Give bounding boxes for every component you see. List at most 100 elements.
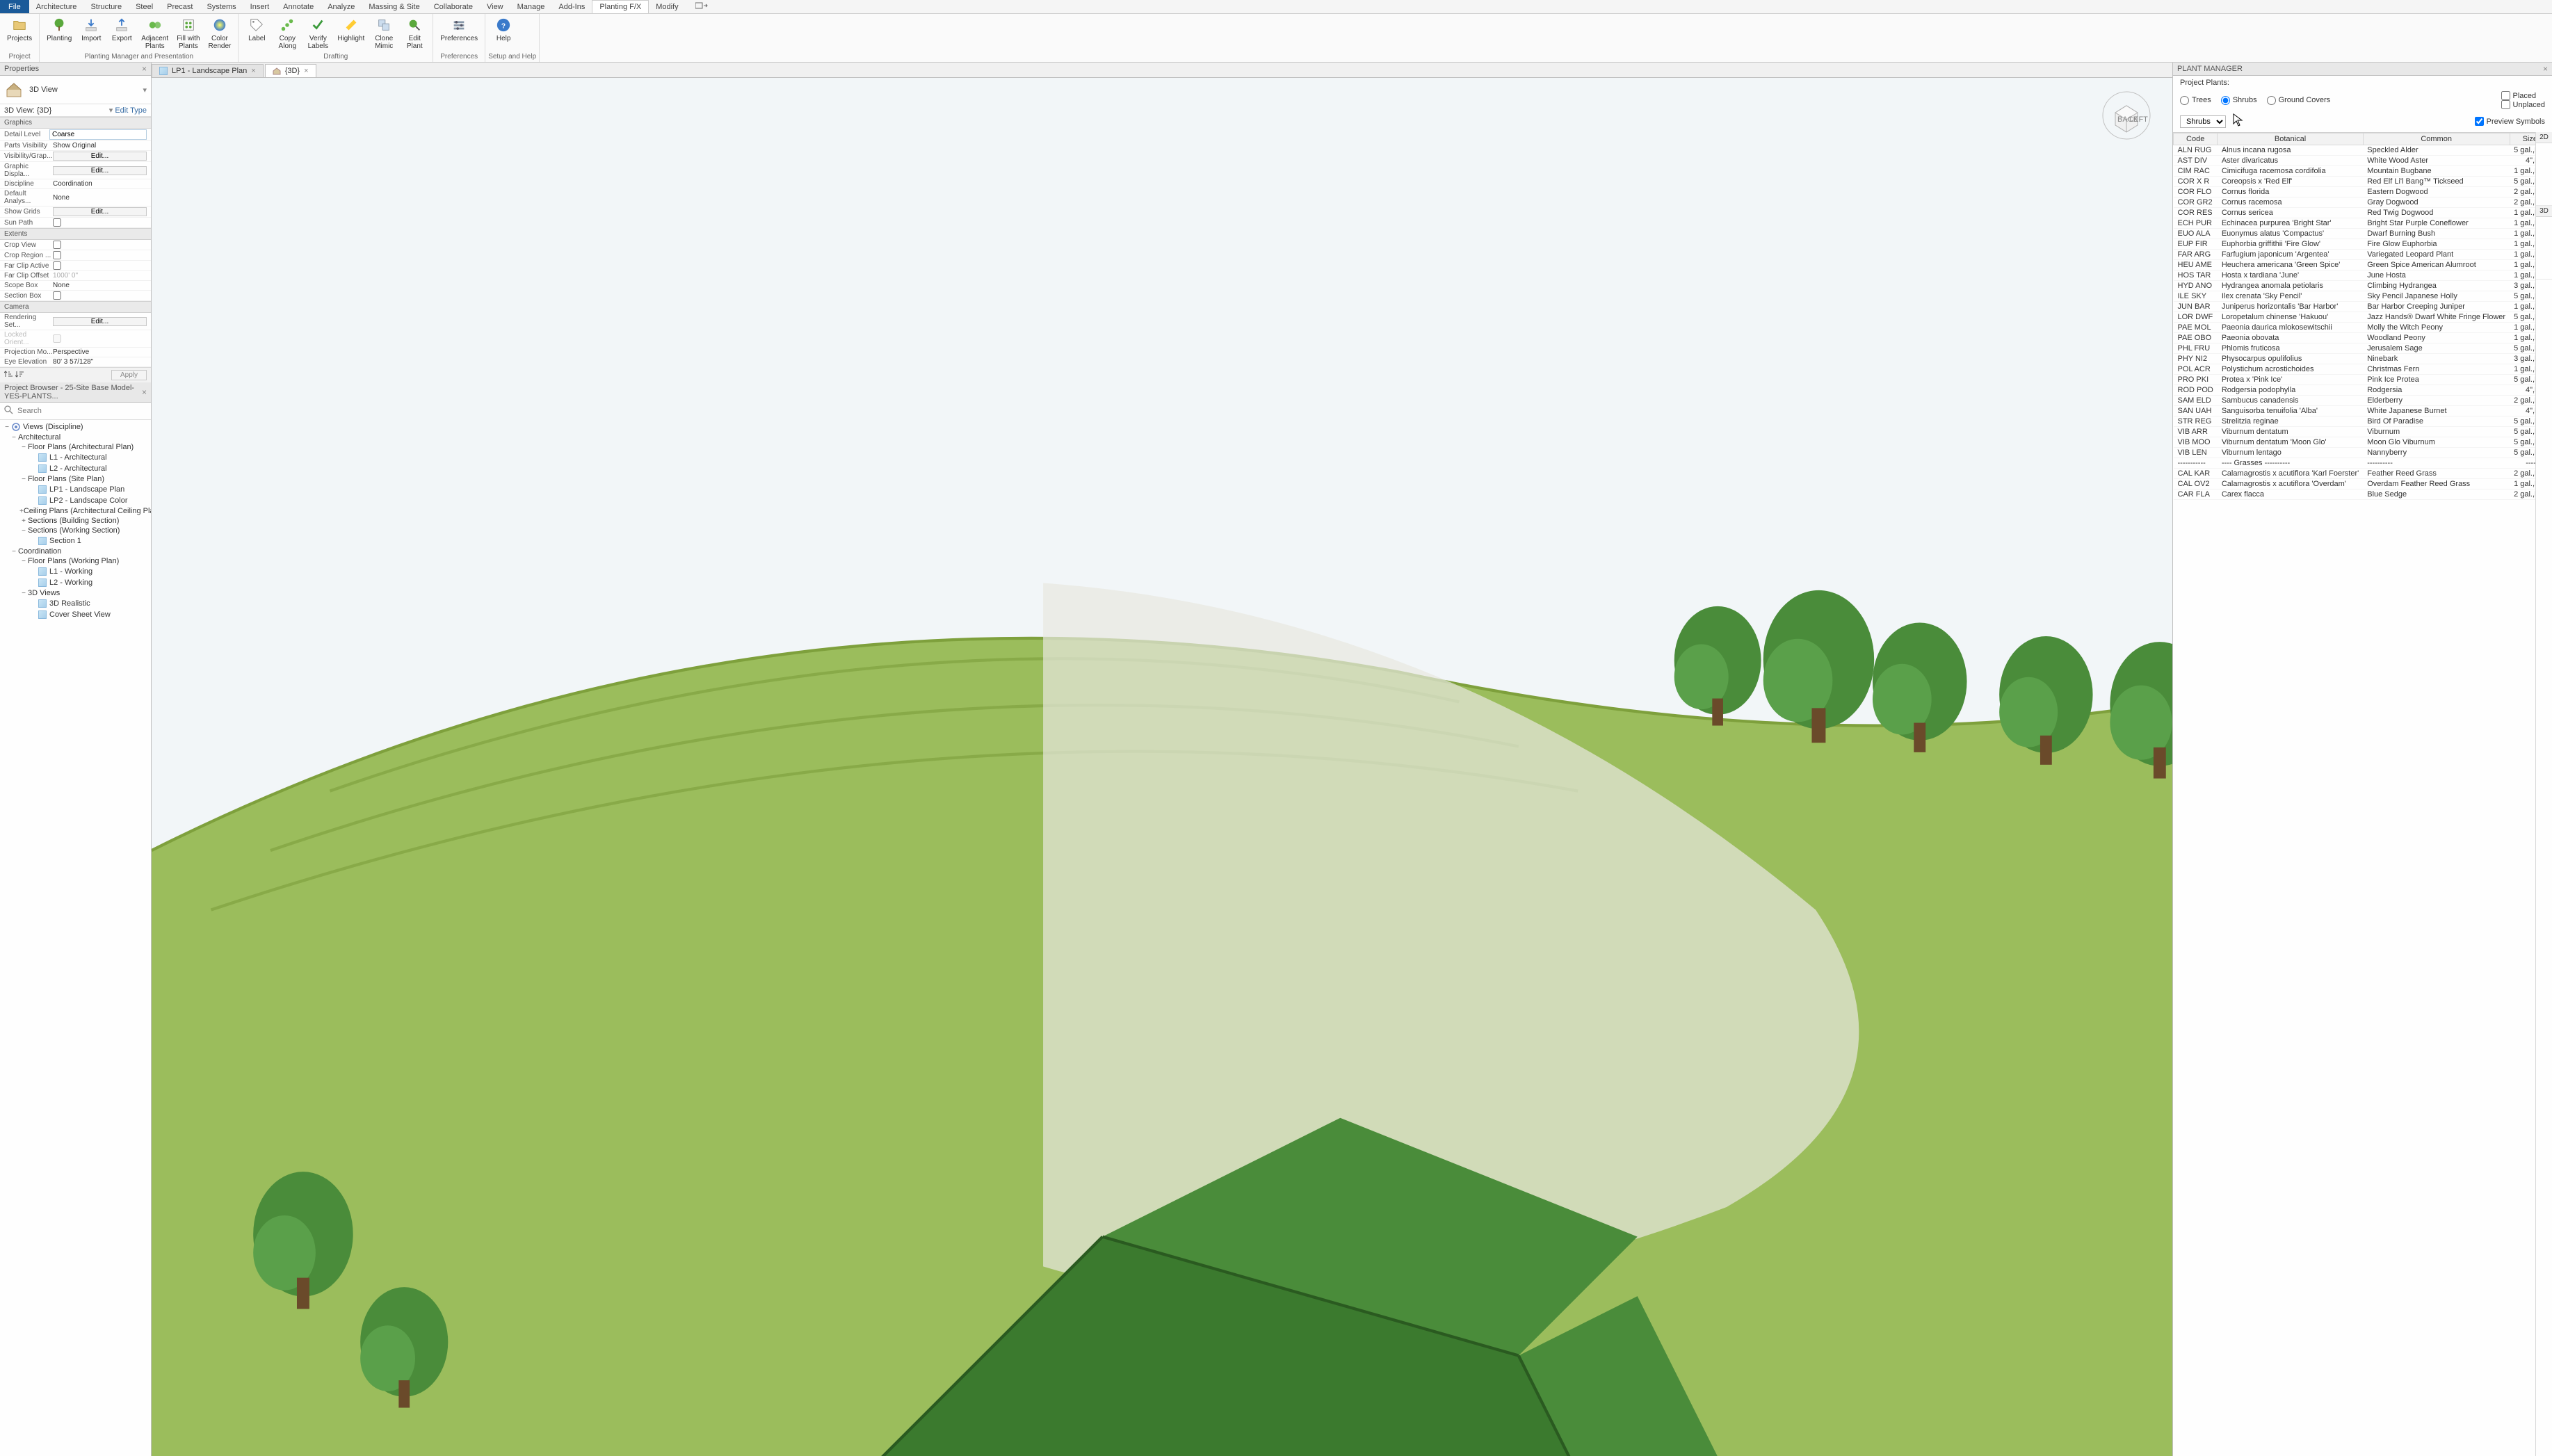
copy-along-button[interactable]: Copy Along — [272, 15, 302, 51]
viewport-3d[interactable]: BACK LEFT — [152, 78, 2172, 1456]
tree-row[interactable]: LP2 - Landscape Color — [0, 495, 151, 506]
table-row[interactable]: COR X RCoreopsis x 'Red Elf'Red Elf Li'l… — [2174, 177, 2536, 187]
menu-item-precast[interactable]: Precast — [160, 0, 200, 13]
menu-item-steel[interactable]: Steel — [129, 0, 160, 13]
tree-row[interactable]: −Coordination — [0, 547, 151, 556]
close-icon[interactable]: × — [251, 67, 255, 75]
highlight-button[interactable]: Highlight — [333, 15, 369, 44]
tree-row[interactable]: 3D Realistic — [0, 598, 151, 609]
clone-button[interactable]: Clone Mimic — [369, 15, 399, 51]
table-row[interactable]: POL ACRPolystichum acrostichoidesChristm… — [2174, 364, 2536, 375]
table-row[interactable]: CAR FLACarex flaccaBlue Sedge2 gal.,Pot — [2174, 490, 2536, 500]
tree-toggle[interactable]: − — [19, 444, 28, 451]
filter-select[interactable]: Shrubs — [2180, 115, 2226, 128]
col-botanical[interactable]: Botanical — [2218, 134, 2363, 145]
tree-toggle[interactable]: − — [19, 527, 28, 535]
view-cube[interactable]: BACK LEFT — [2101, 90, 2151, 140]
table-row[interactable]: ILE SKYIlex crenata 'Sky Pencil'Sky Penc… — [2174, 291, 2536, 302]
close-icon[interactable]: × — [142, 64, 147, 74]
table-row[interactable]: SAN UAHSanguisorba tenuifolia 'Alba'Whit… — [2174, 406, 2536, 416]
tree-toggle[interactable]: − — [19, 558, 28, 565]
help-button[interactable]: ?Help — [488, 15, 519, 44]
tree-row[interactable]: LP1 - Landscape Plan — [0, 484, 151, 495]
table-row[interactable]: AST DIVAster divaricatusWhite Wood Aster… — [2174, 156, 2536, 166]
tree-toggle[interactable]: + — [19, 517, 28, 525]
tree-row[interactable]: L1 - Working — [0, 566, 151, 577]
tree-row[interactable]: Section 1 — [0, 535, 151, 547]
type-selector[interactable]: 3D View ▾ — [0, 76, 151, 104]
table-row[interactable]: FAR ARGFarfugium japonicum 'Argentea'Var… — [2174, 250, 2536, 260]
table-row[interactable]: HYD ANOHydrangea anomala petiolarisClimb… — [2174, 281, 2536, 291]
menu-end-icon[interactable] — [691, 0, 712, 14]
tree-toggle[interactable]: − — [3, 423, 11, 431]
table-row[interactable]: VIB LENViburnum lentagoNannyberry5 gal.,… — [2174, 448, 2536, 458]
detail-level-input[interactable] — [49, 129, 147, 140]
crop-region-checkbox[interactable] — [53, 251, 61, 259]
table-row[interactable]: CIM RACCimicifuga racemosa cordifoliaMou… — [2174, 166, 2536, 177]
menu-item-view[interactable]: View — [480, 0, 510, 13]
preview-symbols-checkbox[interactable]: Preview Symbols — [2475, 117, 2545, 126]
menu-item-planting-f-x[interactable]: Planting F/X — [592, 0, 649, 13]
table-row[interactable]: CAL OV2Calamagrostis x acutiflora 'Overd… — [2174, 479, 2536, 490]
menu-item-modify[interactable]: Modify — [649, 0, 685, 13]
edit-button[interactable]: Edit... — [53, 207, 147, 216]
table-row[interactable]: JUN BARJuniperus horizontalis 'Bar Harbo… — [2174, 302, 2536, 312]
col-size[interactable]: Size — [2510, 134, 2535, 145]
table-row[interactable]: STR REGStrelitzia reginaeBird Of Paradis… — [2174, 416, 2536, 427]
menu-item-architecture[interactable]: Architecture — [29, 0, 84, 13]
menu-item-analyze[interactable]: Analyze — [321, 0, 362, 13]
fill-button[interactable]: Fill with Plants — [172, 15, 204, 51]
table-row[interactable]: PRO PKIProtea x 'Pink Ice'Pink Ice Prote… — [2174, 375, 2536, 385]
tree-toggle[interactable]: − — [10, 548, 18, 556]
verify-button[interactable]: Verify Labels — [302, 15, 333, 51]
plant-table[interactable]: Code Botanical Common Size ALN RUGAlnus … — [2173, 132, 2535, 1456]
table-row[interactable]: ROD PODRodgersia podophyllaRodgersia4",P… — [2174, 385, 2536, 396]
tree-row[interactable]: L2 - Working — [0, 577, 151, 588]
planting-button[interactable]: Planting — [42, 15, 76, 44]
menu-item-structure[interactable]: Structure — [83, 0, 129, 13]
tree-row[interactable]: +Ceiling Plans (Architectural Ceiling Pl… — [0, 506, 151, 516]
projects-button[interactable]: Projects — [3, 15, 36, 44]
tree-row[interactable]: −Floor Plans (Working Plan) — [0, 556, 151, 566]
edit-button[interactable]: Edit... — [53, 317, 147, 326]
tree-row[interactable]: L1 - Architectural — [0, 452, 151, 463]
edit-plant-button[interactable]: Edit Plant — [399, 15, 430, 51]
edit-type-button[interactable]: Edit Type — [115, 106, 147, 115]
menu-item-insert[interactable]: Insert — [243, 0, 277, 13]
menu-item-add-ins[interactable]: Add-Ins — [551, 0, 592, 13]
file-menu[interactable]: File — [0, 0, 29, 13]
menu-item-systems[interactable]: Systems — [200, 0, 243, 13]
tree-row[interactable]: −Floor Plans (Site Plan) — [0, 474, 151, 484]
edit-button[interactable]: Edit... — [53, 152, 147, 161]
table-row[interactable]: HEU AMEHeuchera americana 'Green Spice'G… — [2174, 260, 2536, 270]
tree-toggle[interactable]: − — [10, 434, 18, 442]
table-row[interactable]: COR GR2Cornus racemosaGray Dogwood2 gal.… — [2174, 197, 2536, 208]
import-button[interactable]: Import — [76, 15, 106, 44]
table-row[interactable]: SAM ELDSambucus canadensisElderberry2 ga… — [2174, 396, 2536, 406]
far-clip-checkbox[interactable] — [53, 261, 61, 270]
chevron-down-icon[interactable]: ▾ — [109, 106, 113, 115]
table-row[interactable]: CAL KARCalamagrostis x acutiflora 'Karl … — [2174, 469, 2536, 479]
tree-row[interactable]: Cover Sheet View — [0, 609, 151, 620]
close-icon[interactable]: × — [2543, 64, 2548, 74]
table-row[interactable]: PHL FRUPhlomis fruticosaJerusalem Sage5 … — [2174, 343, 2536, 354]
col-common[interactable]: Common — [2363, 134, 2510, 145]
menu-item-collaborate[interactable]: Collaborate — [427, 0, 480, 13]
table-row[interactable]: EUP FIREuphorbia griffithii 'Fire Glow'F… — [2174, 239, 2536, 250]
sun-path-checkbox[interactable] — [53, 218, 61, 227]
tab-lp1-landscape-plan[interactable]: LP1 - Landscape Plan× — [152, 64, 264, 77]
col-code[interactable]: Code — [2174, 134, 2218, 145]
table-row[interactable]: PAE OBOPaeonia obovataWoodland Peony1 ga… — [2174, 333, 2536, 343]
edit-button[interactable]: Edit... — [53, 166, 147, 175]
unplaced-checkbox[interactable]: Unplaced — [2501, 100, 2545, 109]
close-icon[interactable]: × — [142, 387, 147, 397]
table-row[interactable]: ECH PUREchinacea purpurea 'Bright Star'B… — [2174, 218, 2536, 229]
table-row[interactable]: VIB ARRViburnum dentatumViburnum5 gal.,P… — [2174, 427, 2536, 437]
table-row[interactable]: ALN RUGAlnus incana rugosaSpeckled Alder… — [2174, 145, 2536, 156]
apply-button[interactable]: Apply — [111, 370, 147, 380]
tree-row[interactable]: −Floor Plans (Architectural Plan) — [0, 442, 151, 452]
tree-row[interactable]: −Architectural — [0, 432, 151, 442]
table-row[interactable]: VIB MOOViburnum dentatum 'Moon Glo'Moon … — [2174, 437, 2536, 448]
tree-toggle[interactable]: − — [19, 590, 28, 597]
sort-asc-icon[interactable] — [4, 370, 13, 380]
